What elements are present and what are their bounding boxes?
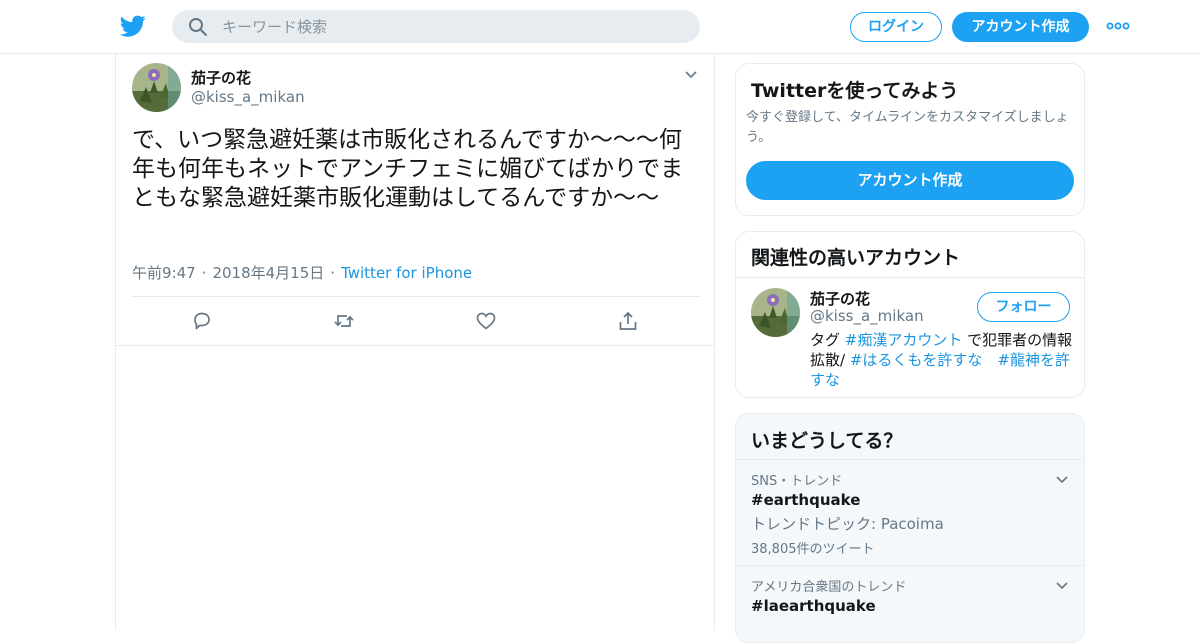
bio-hashtag-link[interactable]: #痴漢アカウント bbox=[845, 331, 963, 349]
divider bbox=[132, 296, 700, 297]
tweet-author-avatar[interactable] bbox=[132, 63, 181, 112]
chevron-down-icon[interactable] bbox=[684, 70, 698, 80]
divider bbox=[116, 345, 714, 346]
search-icon bbox=[189, 18, 207, 36]
trend-name[interactable]: #earthquake bbox=[751, 491, 860, 509]
related-account-name[interactable]: 茄子の花 bbox=[810, 288, 870, 309]
tweet-time[interactable]: 午前9:47 bbox=[132, 264, 196, 282]
follow-button[interactable]: フォロー bbox=[977, 292, 1070, 322]
login-button[interactable]: ログイン bbox=[850, 12, 942, 42]
related-accounts-title: 関連性の高いアカウント bbox=[751, 247, 961, 269]
related-account-bio: タグ #痴漢アカウント で犯罪者の情報拡散/ #はるくもを許すな #龍神を許すな bbox=[810, 330, 1074, 390]
divider bbox=[736, 277, 1084, 278]
trend-name[interactable]: #laearthquake bbox=[751, 597, 876, 615]
trend-context: アメリカ合衆国のトレンド bbox=[751, 580, 907, 595]
signup-card-button[interactable]: アカウント作成 bbox=[746, 161, 1074, 200]
twitter-logo-icon[interactable] bbox=[120, 13, 146, 39]
trend-topic: トレンドトピック: Pacoima bbox=[751, 515, 944, 533]
trends-card: いまどうしてる？ SNS・トレンド #earthquake トレンドトピック: … bbox=[735, 413, 1085, 643]
chevron-down-icon[interactable] bbox=[1055, 581, 1069, 591]
signup-button[interactable]: アカウント作成 bbox=[952, 12, 1089, 42]
tweet-source-link[interactable]: Twitter for iPhone bbox=[341, 264, 472, 282]
tweet-column: 茄子の花 @kiss_a_mikan で、いつ緊急避妊薬は市販化されるんですか〜… bbox=[115, 54, 715, 630]
like-heart-icon[interactable] bbox=[475, 310, 497, 332]
chevron-down-icon[interactable] bbox=[1055, 475, 1069, 485]
trend-item[interactable]: アメリカ合衆国のトレンド #laearthquake bbox=[736, 565, 1084, 642]
trend-context: SNS・トレンド bbox=[751, 474, 843, 489]
trends-title: いまどうしてる？ bbox=[751, 430, 903, 452]
avatar-image bbox=[751, 288, 800, 337]
reply-icon[interactable] bbox=[191, 310, 213, 332]
avatar-image bbox=[132, 63, 181, 112]
tweet-date[interactable]: 2018年4月15日 bbox=[212, 264, 324, 282]
bio-text: タグ bbox=[810, 331, 845, 349]
retweet-icon[interactable] bbox=[333, 310, 355, 332]
meta-separator: · bbox=[330, 264, 336, 282]
trend-item[interactable]: SNS・トレンド #earthquake トレンドトピック: Pacoima 3… bbox=[736, 459, 1084, 565]
signup-card-title: Twitterを使ってみよう bbox=[751, 80, 959, 102]
tweet-author-name[interactable]: 茄子の花 bbox=[191, 67, 251, 88]
signup-card: Twitterを使ってみよう 今すぐ登録して、タイムラインをカスタマイズしましょ… bbox=[735, 63, 1085, 216]
share-icon[interactable] bbox=[617, 310, 639, 332]
tweet-meta: 午前9:47 · 2018年4月15日 · Twitter for iPhone bbox=[132, 262, 472, 283]
related-accounts-card: 関連性の高いアカウント 茄子の花 @kiss_a_mikan フォロー タグ #… bbox=[735, 231, 1085, 398]
search-input[interactable] bbox=[222, 10, 682, 43]
tweet-text: で、いつ緊急避妊薬は市販化されるんですか〜〜〜何年も何年もネットでアンチフェミに… bbox=[132, 127, 684, 211]
related-account-handle[interactable]: @kiss_a_mikan bbox=[810, 307, 924, 325]
top-bar: ログイン アカウント作成 bbox=[0, 0, 1200, 54]
trend-tweet-count: 38,805件のツイート bbox=[751, 542, 875, 557]
tweet-author-handle[interactable]: @kiss_a_mikan bbox=[191, 88, 305, 106]
meta-separator: · bbox=[201, 264, 207, 282]
related-account-avatar[interactable] bbox=[751, 288, 800, 337]
more-options-icon[interactable] bbox=[1106, 18, 1130, 34]
signup-card-description: 今すぐ登録して、タイムラインをカスタマイズしましょう。 bbox=[746, 110, 1069, 145]
bio-hashtag-link[interactable]: #はるくもを許すな bbox=[850, 351, 983, 369]
search-box[interactable] bbox=[172, 10, 700, 43]
